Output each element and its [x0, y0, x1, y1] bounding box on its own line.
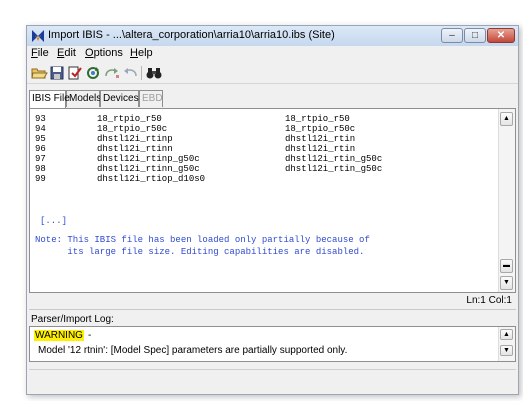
tab-devices[interactable]: Devices	[100, 90, 139, 107]
menu-help[interactable]: Help	[130, 47, 153, 59]
warning-label: WARNING	[34, 330, 84, 341]
pin-name: dhstl12i_rtiop_d10s0	[97, 174, 206, 184]
line-number: 99	[35, 174, 46, 184]
redo-icon[interactable]	[103, 64, 121, 82]
log-scroll-down-arrow-icon[interactable]: ▼	[500, 345, 513, 356]
log-scroll-up-arrow-icon[interactable]: ▲	[500, 329, 513, 340]
log-scrollbar[interactable]: ▲ ▼	[498, 327, 515, 361]
toolbar	[27, 63, 518, 84]
tab-ebd: EBD	[139, 90, 163, 107]
menu-edit[interactable]: Edit	[57, 47, 76, 59]
tab-ibis-file[interactable]: IBIS File	[29, 90, 70, 108]
check-icon[interactable]	[66, 64, 84, 82]
menu-options[interactable]: Options	[85, 47, 123, 59]
bottom-status-bar	[29, 369, 516, 382]
toolbar-separator	[141, 66, 142, 80]
binoculars-icon[interactable]	[145, 64, 163, 82]
parser-log[interactable]: WARNING - Model '12 rtnin': [Model Spec]…	[29, 326, 516, 362]
ibis-text-area[interactable]: 93 18_rtpio_r50 18_rtpio_r50 94 18_rtpio…	[30, 109, 500, 292]
menu-file-hotkey: F	[31, 47, 38, 59]
menu-file-label: ile	[37, 47, 49, 59]
open-folder-icon[interactable]	[30, 64, 48, 82]
menu-options-label: ptions	[93, 47, 123, 59]
menu-bar: File Edit Options Help	[27, 46, 518, 61]
partial-load-note: Note: This IBIS file has been loaded onl…	[35, 234, 370, 258]
warning-suffix: -	[88, 330, 92, 341]
undo-icon[interactable]	[121, 64, 139, 82]
note-line-1: Note: This IBIS file has been loaded onl…	[35, 235, 370, 245]
app-icon	[32, 30, 44, 42]
scroll-thumb[interactable]: ▬	[500, 259, 513, 273]
editor-status-line: Ln:1 Col:1	[29, 293, 516, 310]
log-message: Model '12 rtnin': [Model Spec] parameter…	[38, 345, 348, 356]
maximize-button[interactable]: □	[464, 28, 486, 43]
title-bar[interactable]: Import IBIS - ...\altera_corporation\arr…	[27, 26, 518, 46]
model-name: dhstl12i_rtin_g50c	[285, 164, 383, 174]
close-button[interactable]: ✕	[487, 28, 515, 43]
menu-file[interactable]: File	[31, 47, 49, 59]
menu-help-hotkey: H	[130, 47, 138, 59]
editor-scrollbar[interactable]: ▲ ▬ ▼	[498, 109, 515, 292]
minimize-button[interactable]: –	[441, 28, 463, 43]
recycle-icon[interactable]	[84, 64, 102, 82]
menu-options-hotkey: O	[85, 47, 94, 59]
scroll-down-arrow-icon[interactable]: ▼	[500, 276, 513, 290]
import-ibis-window: Import IBIS - ...\altera_corporation\arr…	[26, 25, 519, 395]
parser-log-label: Parser/Import Log:	[31, 314, 114, 325]
save-icon[interactable]	[48, 64, 66, 82]
ibis-editor[interactable]: 93 18_rtpio_r50 18_rtpio_r50 94 18_rtpio…	[29, 108, 516, 293]
scroll-up-arrow-icon[interactable]: ▲	[500, 112, 513, 126]
code-line: 99 dhstl12i_rtiop_d10s0	[35, 174, 205, 185]
cursor-position: Ln:1 Col:1	[466, 295, 512, 306]
menu-edit-label: dit	[64, 47, 76, 59]
note-line-2: its large file size. Editing capabilitie…	[35, 247, 365, 257]
menu-help-label: elp	[137, 47, 153, 59]
window-title: Import IBIS - ...\altera_corporation\arr…	[48, 29, 335, 41]
tab-models[interactable]: Models	[66, 90, 101, 107]
truncation-marker: [...]	[40, 216, 68, 226]
